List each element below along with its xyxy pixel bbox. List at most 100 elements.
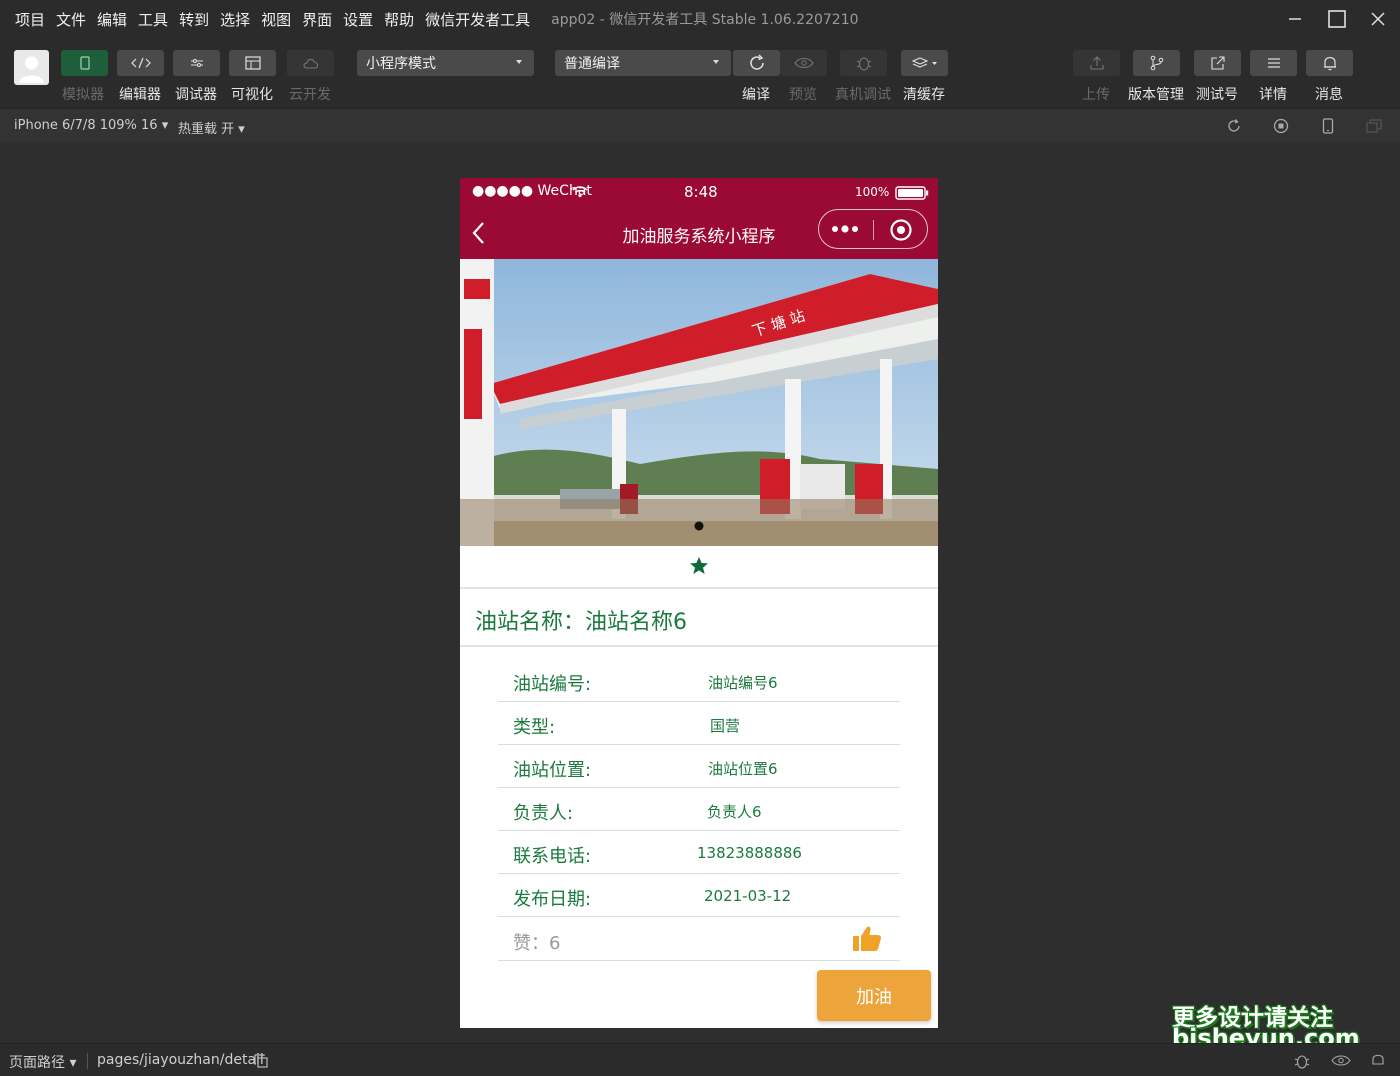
menu-select[interactable]: 选择 [220, 9, 250, 30]
detail-row-location: 油站位置: 油站位置6 [498, 745, 900, 788]
mode-select-value: 小程序模式 [366, 56, 436, 72]
detail-label: 油站编号: [513, 674, 592, 695]
remote-debug-label: 真机调试 [835, 87, 891, 103]
detail-row-id: 油站编号: 油站编号6 [498, 659, 900, 702]
upload-icon [1089, 56, 1104, 70]
detail-value: 13823888886 [697, 844, 802, 862]
compile-select[interactable]: 普通编译 [555, 50, 731, 76]
code-icon [130, 57, 151, 69]
menu-interface[interactable]: 界面 [302, 9, 332, 30]
page-path: pages/jiayouzhan/detail [97, 1052, 264, 1068]
page-path-dropdown[interactable]: 页面路径 ▾ [9, 1052, 76, 1072]
banner-carousel[interactable]: 下 塘 站 [460, 259, 938, 546]
menu-project[interactable]: 项目 [15, 9, 45, 30]
gas-station-image: 下 塘 站 [460, 259, 938, 546]
branch-icon [1150, 55, 1163, 71]
mode-select[interactable]: 小程序模式 [357, 50, 534, 76]
record-icon[interactable] [1273, 118, 1289, 134]
detail-row-phone: 联系电话: 13823888886 [498, 831, 900, 874]
menu-bar: 项目 文件 编辑 工具 转到 选择 视图 界面 设置 帮助 微信开发者工具 ap… [0, 0, 1400, 38]
preview-button[interactable] [780, 50, 827, 76]
debugger-button[interactable] [173, 50, 220, 76]
avatar[interactable] [14, 50, 49, 85]
clear-cache-button[interactable] [901, 50, 948, 76]
detail-row-manager: 负责人: 负责人6 [498, 788, 900, 831]
likes-label-text: 赞： [513, 933, 549, 954]
version-button[interactable] [1133, 50, 1180, 76]
thumbs-up-icon[interactable] [852, 925, 882, 953]
minimize-icon [1289, 18, 1301, 20]
station-title: 油站名称：油站名称6 [475, 610, 687, 635]
upload-label: 上传 [1082, 87, 1110, 103]
menu-goto[interactable]: 转到 [179, 9, 209, 30]
eye-icon[interactable] [1331, 1054, 1351, 1067]
detail-label: 负责人: [513, 803, 574, 824]
nav-bar: 加油服务系统小程序 [460, 206, 938, 259]
simulator-label: 模拟器 [62, 87, 104, 103]
cloud-label: 云开发 [289, 87, 331, 103]
details-button[interactable] [1250, 50, 1297, 76]
copy-icon[interactable] [254, 1054, 268, 1068]
detail-value: 油站位置6 [708, 760, 778, 778]
menu-edit[interactable]: 编辑 [97, 9, 127, 30]
menu-settings[interactable]: 设置 [343, 9, 373, 30]
phone-icon[interactable] [1320, 118, 1336, 134]
menu-view[interactable]: 视图 [261, 9, 291, 30]
status-time: 8:48 [684, 183, 718, 201]
compile-label: 编译 [742, 87, 770, 103]
capsule-divider [873, 220, 874, 240]
rotate-icon[interactable] [1226, 118, 1242, 134]
hot-reload-toggle[interactable]: 热重载 开 ▾ [178, 118, 245, 137]
star-icon[interactable] [689, 556, 709, 576]
preview-label: 预览 [789, 87, 817, 103]
menu-wechat-devtools[interactable]: 微信开发者工具 [425, 9, 530, 30]
editor-button[interactable] [117, 50, 164, 76]
messages-label: 消息 [1315, 87, 1343, 103]
test-id-button[interactable] [1194, 50, 1241, 76]
editor-label: 编辑器 [119, 87, 161, 103]
upload-button[interactable] [1073, 50, 1120, 76]
layout-icon [244, 56, 261, 70]
compile-select-value: 普通编译 [564, 56, 620, 72]
minimize-button[interactable] [1275, 0, 1315, 38]
refuel-button[interactable]: 加油 [817, 970, 931, 1021]
detail-row-date: 发布日期: 2021-03-12 [498, 874, 900, 917]
detail-label: 发布日期: [513, 889, 592, 910]
menu-lines-icon [1267, 58, 1280, 68]
device-select[interactable]: iPhone 6/7/8 109% 16 ▾ [14, 118, 168, 133]
remote-debug-button[interactable] [840, 50, 887, 76]
detail-value: 负责人6 [707, 803, 762, 821]
simulator-button[interactable] [61, 50, 108, 76]
bottom-status-bar: 页面路径 ▾ pages/jiayouzhan/detail [0, 1043, 1400, 1076]
close-window-button[interactable] [1358, 0, 1398, 38]
favorite-row [460, 546, 938, 589]
detail-label: 联系电话: [513, 846, 592, 867]
more-dots-icon[interactable] [831, 223, 861, 235]
compile-button[interactable] [733, 50, 780, 76]
phone-simulator: ●●●●● WeChat 8:48 100% 加油服务系统小程序 下 塘 站 油… [460, 178, 938, 1028]
status-bar: ●●●●● WeChat 8:48 100% [460, 178, 938, 206]
visual-button[interactable] [229, 50, 276, 76]
clear-cache-label: 清缓存 [903, 87, 945, 103]
windows-icon[interactable] [1366, 118, 1382, 134]
notification-icon[interactable] [1370, 1052, 1386, 1068]
chevron-down-icon [516, 60, 522, 64]
close-miniprogram-icon[interactable] [889, 218, 913, 242]
wifi-icon [572, 186, 588, 198]
messages-button[interactable] [1306, 50, 1353, 76]
layers-icon [911, 57, 937, 68]
external-link-icon [1210, 56, 1225, 70]
visual-label: 可视化 [231, 87, 273, 103]
window-title: app02 - 微信开发者工具 Stable 1.06.2207210 [551, 12, 859, 28]
menu-help[interactable]: 帮助 [384, 9, 414, 30]
bug-icon [856, 57, 871, 71]
cloud-button[interactable] [287, 50, 334, 76]
menu-tools[interactable]: 工具 [138, 9, 168, 30]
menu-file[interactable]: 文件 [56, 9, 86, 30]
station-title-row: 油站名称：油站名称6 [460, 589, 938, 647]
maximize-icon [1328, 10, 1346, 28]
test-id-label: 测试号 [1196, 87, 1238, 103]
bug-icon[interactable] [1293, 1052, 1311, 1070]
maximize-button[interactable] [1317, 0, 1357, 38]
detail-label: 油站位置: [513, 760, 592, 781]
